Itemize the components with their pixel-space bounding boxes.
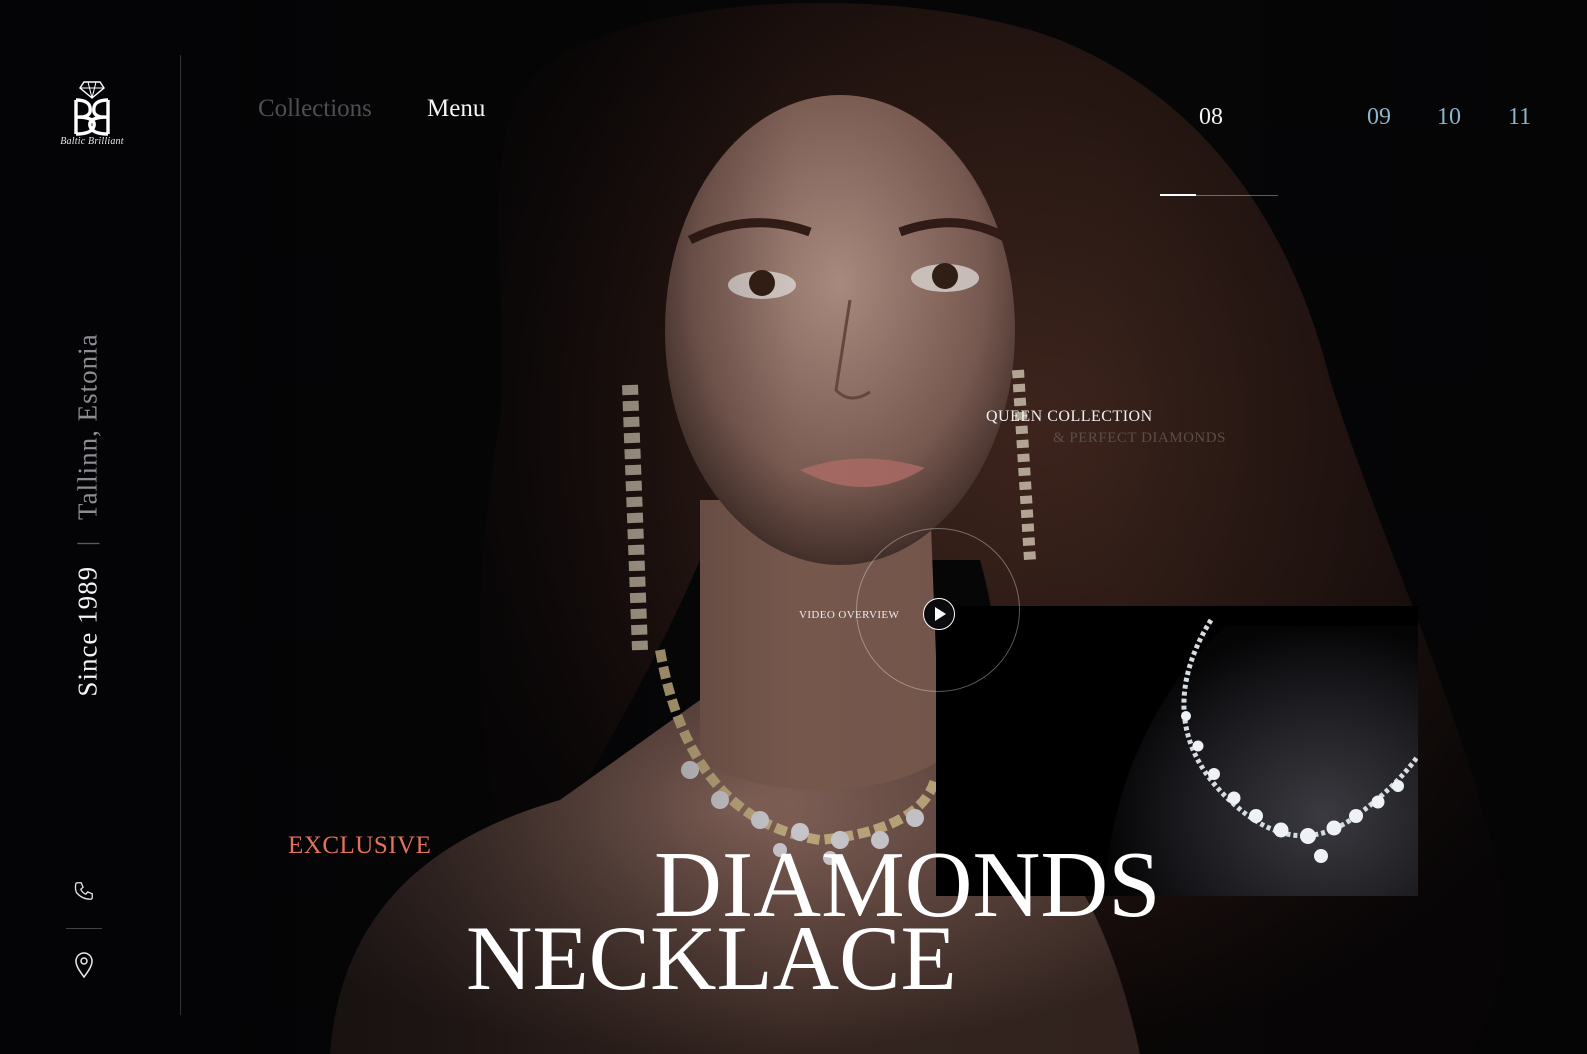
video-play-button[interactable]	[923, 598, 955, 630]
slide-progress-indicator	[1160, 194, 1278, 196]
collection-subtitle: & PERFECT DIAMONDS	[1053, 430, 1226, 446]
nav-collections-link[interactable]: Collections	[258, 95, 372, 123]
slide-number-10[interactable]: 10	[1437, 104, 1461, 131]
heritage-location-text: Since 1989 | Tallinn, Estonia	[73, 333, 104, 696]
location-city: Tallinn, Estonia	[72, 333, 103, 521]
bb-monogram-diamond-icon	[74, 81, 110, 136]
location-pin-icon[interactable]	[74, 952, 94, 978]
brand-name: Baltic Brilliant	[60, 136, 124, 147]
slide-number-11[interactable]: 11	[1508, 104, 1531, 131]
slide-number-current[interactable]: 08	[1199, 104, 1223, 131]
video-overview-label[interactable]: VIDEO OVERVIEW	[799, 609, 899, 621]
slide-progress-active	[1160, 194, 1196, 196]
brand-logo[interactable]: Baltic Brilliant	[52, 64, 132, 154]
contact-divider	[66, 928, 102, 929]
slide-number-09[interactable]: 09	[1367, 104, 1391, 131]
rail-divider-line	[180, 55, 181, 1015]
since-year: Since 1989	[72, 565, 103, 697]
play-icon	[935, 607, 946, 621]
nav-menu-link[interactable]: Menu	[427, 95, 485, 123]
text-separator: |	[74, 540, 101, 546]
headline-line-2: NECKLACE	[466, 907, 957, 1009]
phone-icon[interactable]	[73, 880, 95, 902]
exclusive-eyebrow: EXCLUSIVE	[288, 832, 432, 859]
collection-title: QUEEN COLLECTION	[986, 408, 1153, 425]
